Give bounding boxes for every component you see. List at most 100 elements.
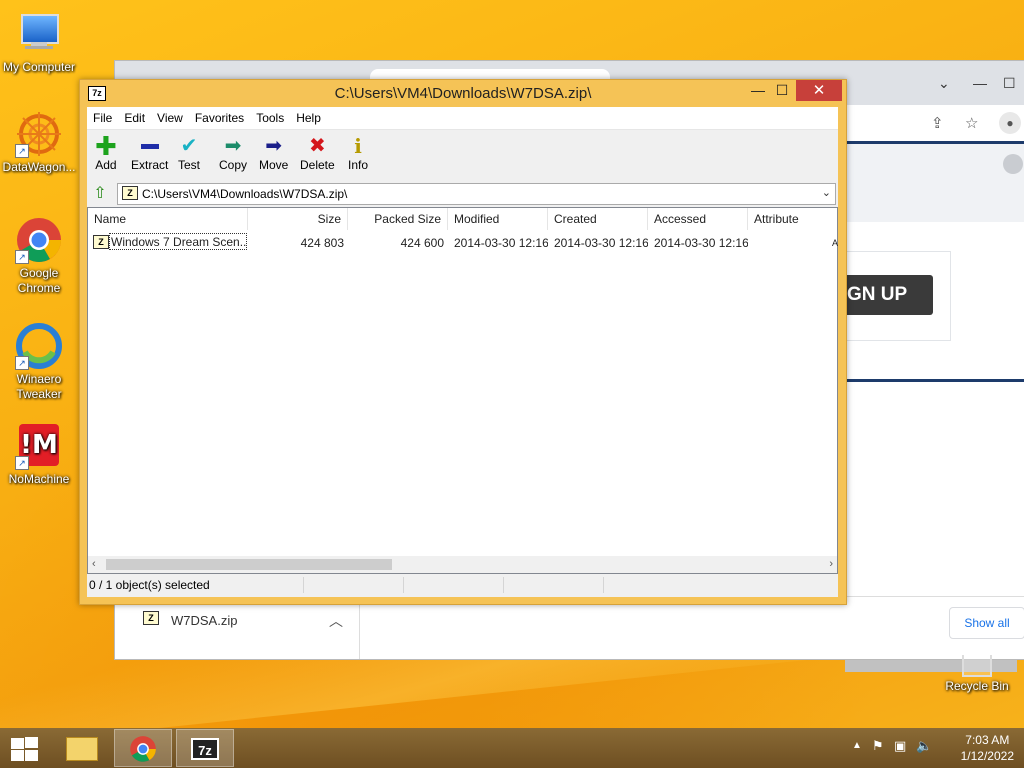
plus-icon: ✚ [95,131,117,161]
taskbar-file-explorer[interactable] [52,729,110,767]
download-item[interactable]: Z W7DSA.zip ︿ [115,597,360,659]
bookmark-star-icon[interactable]: ☆ [965,114,978,132]
horizontal-scrollbar[interactable]: ‹ › [88,556,837,573]
profile-avatar-icon[interactable]: ● [999,112,1021,134]
move-button[interactable]: ➡ Move [259,134,288,172]
column-modified[interactable]: Modified [448,208,548,230]
desktop-icon-nomachine[interactable]: !M ↗ NoMachine [0,422,78,487]
dropdown-chevron-icon[interactable]: ⌄ [822,186,831,199]
network-icon[interactable]: ▣ [894,738,906,754]
copy-button[interactable]: ➡ Copy [219,134,247,172]
check-icon: ✔ [180,135,198,157]
column-name[interactable]: Name [88,208,248,230]
menu-file[interactable]: File [87,107,118,129]
column-size[interactable]: Size [248,208,348,230]
winaero-tweaker-icon: ↗ [15,322,63,370]
system-tray: ▲ ⚑ ▣ 🔈 7:03 AM 1/12/2022 [844,728,1024,768]
cell-attributes: A [831,238,838,248]
shortcut-arrow-icon: ↗ [15,250,29,264]
close-button[interactable]: ✕ [796,80,842,101]
column-packed-size[interactable]: Packed Size [348,208,448,230]
taskbar-chrome[interactable] [114,729,172,767]
status-cell [505,577,604,593]
start-button[interactable] [9,737,39,761]
move-arrow-icon: ➡ [265,135,283,157]
desktop-icon-datawagon[interactable]: ↗ DataWagon... [0,110,78,175]
download-bar: Z W7DSA.zip ︿ Show all [115,596,1024,659]
delete-button[interactable]: ✖ Delete [300,134,335,172]
info-button[interactable]: i Info [348,134,368,172]
desktop-icon-my-computer[interactable]: My Computer [0,10,78,75]
clock-date: 1/12/2022 [960,749,1014,763]
scrollbar-thumb[interactable] [106,559,392,570]
computer-icon [15,10,63,58]
nomachine-icon: !M ↗ [15,422,63,470]
test-label: Test [178,158,201,172]
status-bar: 0 / 1 object(s) selected [87,574,838,596]
show-hidden-icons-chevron-icon[interactable]: ▲ [852,740,862,751]
status-cell [405,577,504,593]
clock[interactable]: 7:03 AM 1/12/2022 [961,732,1014,764]
add-label: Add [95,158,117,172]
volume-icon[interactable]: 🔈 [916,738,932,754]
tab-search-chevron-icon[interactable]: ⌄ [938,75,950,92]
chevron-up-icon[interactable]: ︿ [329,611,343,631]
extract-button[interactable]: Extract [131,134,168,172]
desktop-icon-label: DataWagon... [2,160,76,174]
menu-edit[interactable]: Edit [118,107,151,129]
status-selection: 0 / 1 object(s) selected [87,577,304,593]
cell-accessed: 2014-03-30 12:16 [654,236,748,250]
7zip-icon: 7z [191,738,219,760]
desktop-icon-winaero-tweaker[interactable]: ↗ Winaero Tweaker [0,322,78,402]
download-filename: W7DSA.zip [171,613,238,628]
address-path: C:\Users\VM4\Downloads\W7DSA.zip\ [142,187,348,201]
test-button[interactable]: ✔ Test [178,134,200,172]
7zip-window[interactable]: 7z C:\Users\VM4\Downloads\W7DSA.zip\ — ☐… [79,79,847,605]
divider [845,379,1024,382]
show-all-button[interactable]: Show all [949,607,1024,639]
scroll-right-icon[interactable]: › [829,556,833,573]
scroll-left-icon[interactable]: ‹ [92,556,96,573]
cell-name: Windows 7 Dream Scen... [109,233,247,250]
minimize-icon[interactable]: — [973,75,987,91]
7zip-client-area: File Edit View Favorites Tools Help ✚ Add Ext… [87,107,838,597]
desktop-icon-recycle-bin[interactable]: Recycle Bin [940,655,1014,693]
zip-archive-icon: Z [122,186,138,200]
signup-button[interactable]: GN UP [845,275,933,315]
menu-view[interactable]: View [151,107,189,129]
file-list[interactable]: Name Size Packed Size Modified Created A… [87,207,838,574]
zip-file-icon: Z [143,611,159,625]
address-field[interactable]: Z C:\Users\VM4\Downloads\W7DSA.zip\ ⌄ [117,183,836,205]
info-icon: i [354,134,362,158]
maximize-icon[interactable]: ☐ [1003,75,1016,92]
desktop-icon-google-chrome[interactable]: ↗ Google Chrome [0,216,78,296]
action-center-flag-icon[interactable]: ⚑ [872,738,884,754]
menu-help[interactable]: Help [290,107,327,129]
taskbar: 7z ▲ ⚑ ▣ 🔈 7:03 AM 1/12/2022 [0,728,1024,768]
menu-favorites[interactable]: Favorites [189,107,250,129]
delete-x-icon: ✖ [308,135,326,157]
column-attributes[interactable]: Attribute [748,208,838,230]
window-title: C:\Users\VM4\Downloads\W7DSA.zip\ [334,85,592,102]
menu-tools[interactable]: Tools [250,107,290,129]
column-accessed[interactable]: Accessed [648,208,748,230]
site-header [845,141,1024,222]
folder-up-icon[interactable]: ⇧ [91,185,109,203]
add-button[interactable]: ✚ Add [95,131,117,172]
recycle-bin-icon [962,655,992,677]
copy-arrow-icon: ➡ [224,135,242,157]
desktop-icon-label: Google Chrome [17,266,61,295]
delete-label: Delete [300,158,335,172]
user-icon[interactable] [1003,154,1023,174]
menu-bar: File Edit View Favorites Tools Help [87,107,838,130]
share-icon[interactable]: ⇪ [931,114,944,132]
taskbar-7zip[interactable]: 7z [176,729,234,767]
maximize-button[interactable]: ☐ [768,80,796,101]
minus-icon [131,134,168,158]
status-cell [305,577,404,593]
cell-created: 2014-03-30 12:16 [554,236,648,250]
column-created[interactable]: Created [548,208,648,230]
title-bar[interactable]: 7z C:\Users\VM4\Downloads\W7DSA.zip\ — ☐… [80,80,846,106]
desktop-icon-label: NoMachine [8,472,70,486]
desktop-icon-label: My Computer [2,60,76,74]
